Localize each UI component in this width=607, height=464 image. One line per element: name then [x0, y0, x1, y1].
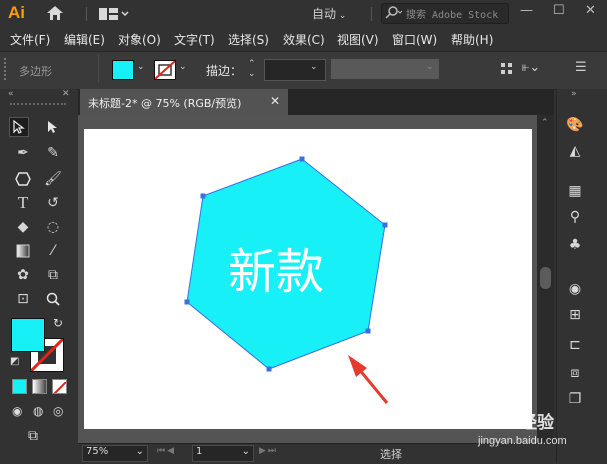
- search-icon: [385, 5, 403, 24]
- workspace-switcher[interactable]: 自动 ⌄: [312, 5, 346, 22]
- shape-builder-tool-icon[interactable]: ⧉: [44, 266, 62, 284]
- swatches-icon[interactable]: ▦: [566, 182, 584, 200]
- direct-selection-tool[interactable]: [44, 118, 62, 136]
- transform-panel-icon[interactable]: ⊞: [566, 306, 584, 324]
- pen-tool-icon[interactable]: ✒: [14, 144, 32, 162]
- scroll-up-icon[interactable]: ⌃: [541, 118, 549, 128]
- chevron-down-icon: ⌄: [426, 62, 434, 72]
- maximize-button[interactable]: ☐: [553, 3, 565, 18]
- gradient-tool-icon[interactable]: [14, 242, 32, 260]
- chevron-down-icon: ⌄: [241, 446, 250, 457]
- status-tool-label: 选择: [380, 448, 402, 461]
- polygon-tool-icon[interactable]: [14, 170, 32, 188]
- close-window-button[interactable]: ✕: [585, 3, 596, 18]
- pathfinder-icon[interactable]: ⧈: [566, 364, 584, 382]
- minimize-button[interactable]: —: [520, 3, 533, 18]
- screen-mode-icon[interactable]: ⧉: [28, 428, 38, 444]
- color-palette-icon[interactable]: 🎨: [566, 116, 584, 134]
- watermark-brand: Baidu 经验: [468, 413, 554, 432]
- none-mode-icon[interactable]: [52, 379, 67, 394]
- brush-definition-dropdown[interactable]: [331, 59, 439, 79]
- panel-menu-icon[interactable]: ☰: [575, 60, 587, 75]
- ai-logo: Ai: [8, 3, 25, 22]
- divider: [98, 55, 99, 83]
- artwork-text[interactable]: 新款: [228, 232, 324, 302]
- warp-tool-icon[interactable]: ◌: [44, 218, 62, 236]
- type-tool-icon[interactable]: T: [14, 193, 32, 212]
- eraser-tool-icon[interactable]: ◆: [14, 218, 32, 236]
- document-tab-title: 未标题-2* @ 75% (RGB/预览): [88, 97, 242, 110]
- selection-tool[interactable]: [9, 117, 29, 137]
- home-icon[interactable]: [46, 5, 64, 25]
- zoom-level-dropdown[interactable]: 75% ⌄: [82, 445, 148, 462]
- color-guide-icon[interactable]: ◭: [566, 142, 584, 160]
- chevron-down-icon: ⌄: [135, 446, 144, 457]
- menu-file[interactable]: 文件(F): [10, 31, 50, 48]
- control-bar-grip[interactable]: [4, 58, 10, 80]
- arrange-documents-icon[interactable]: [99, 6, 129, 25]
- stroke-label: 描边：: [206, 64, 243, 78]
- brushes-icon[interactable]: ⚲: [566, 208, 584, 226]
- fill-color-swatch[interactable]: [112, 60, 134, 80]
- align-panel-icon[interactable]: [500, 61, 514, 80]
- appearance-icon[interactable]: ◉: [566, 280, 584, 298]
- symbols-icon[interactable]: ♣: [566, 236, 584, 254]
- zoom-value: 75%: [86, 446, 109, 457]
- menu-window[interactable]: 窗口(W): [392, 31, 437, 48]
- rotate-tool-icon[interactable]: ↺: [44, 194, 62, 212]
- watermark-url: jingyan.baidu.com: [478, 435, 567, 447]
- artboard-tool-icon[interactable]: ⊡: [14, 290, 32, 308]
- gradient-mode-icon[interactable]: [32, 379, 47, 394]
- draw-inside-icon[interactable]: ◎: [53, 404, 63, 418]
- eyedropper-tool-icon[interactable]: ⁄: [44, 242, 62, 260]
- swap-colors-icon[interactable]: ↻: [53, 316, 63, 330]
- stroke-stepper[interactable]: ⌃ ⌄: [248, 59, 256, 79]
- first-prev-artboard-icons[interactable]: ⏮◀: [157, 446, 176, 456]
- color-mode-icon[interactable]: [12, 379, 27, 394]
- curvature-tool-icon[interactable]: ✎: [44, 144, 62, 162]
- menu-object[interactable]: 对象(O): [118, 31, 161, 48]
- search-placeholder: 搜索 Adobe Stock: [406, 10, 499, 21]
- close-panel-icon[interactable]: ✕: [62, 89, 70, 99]
- tools-grip[interactable]: [10, 103, 66, 106]
- align-icon[interactable]: ⊏: [566, 336, 584, 354]
- paintbrush-tool-icon[interactable]: 🖌: [44, 170, 62, 188]
- expand-panels-icon[interactable]: »: [571, 89, 577, 99]
- workspace-label: 自动: [312, 7, 337, 21]
- fill-color-box-front: [11, 318, 45, 352]
- collapse-panel-icon[interactable]: «: [8, 89, 14, 99]
- menu-select[interactable]: 选择(S): [228, 31, 269, 48]
- default-colors-icon[interactable]: ◩: [10, 356, 19, 367]
- chevron-down-icon[interactable]: ⌄: [137, 62, 145, 72]
- close-tab-icon[interactable]: ✕: [270, 94, 280, 108]
- next-last-artboard-icons[interactable]: ▶⏭: [259, 446, 278, 456]
- app-bar: [0, 0, 607, 27]
- symbol-sprayer-tool-icon[interactable]: ✿: [14, 266, 32, 284]
- menu-effect[interactable]: 效果(C): [283, 31, 325, 48]
- scrollbar-thumb[interactable]: [540, 267, 551, 289]
- selection-type-label: 多边形: [19, 65, 52, 78]
- draw-behind-icon[interactable]: ◍: [33, 404, 43, 418]
- chevron-down-icon: ⌄: [336, 11, 347, 21]
- layers-icon[interactable]: ❐: [566, 390, 584, 408]
- stroke-color-swatch[interactable]: [154, 60, 176, 80]
- chevron-down-icon[interactable]: ⌄: [179, 62, 187, 72]
- menu-view[interactable]: 视图(V): [337, 31, 379, 48]
- zoom-tool-icon[interactable]: [44, 290, 62, 308]
- artboard-number: 1: [196, 446, 203, 457]
- menu-edit[interactable]: 编辑(E): [64, 31, 105, 48]
- menu-help[interactable]: 帮助(H): [451, 31, 493, 48]
- chevron-down-icon[interactable]: ⌄: [310, 62, 318, 72]
- divider: [371, 7, 372, 21]
- menu-type[interactable]: 文字(T): [174, 31, 215, 48]
- artboard-number-dropdown[interactable]: 1 ⌄: [192, 445, 254, 462]
- transform-icon[interactable]: ⫦⌄: [522, 60, 540, 75]
- draw-normal-icon[interactable]: ◉: [12, 404, 22, 418]
- divider: [86, 7, 87, 21]
